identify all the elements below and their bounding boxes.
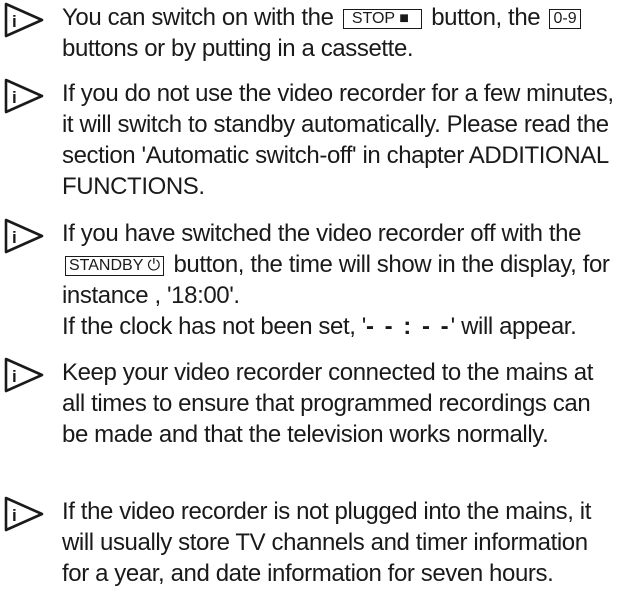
- svg-text:i: i: [12, 367, 17, 386]
- note-text: If the video recorder is not plugged int…: [62, 496, 616, 589]
- note-text-run: If you have switched the video recorder …: [62, 220, 582, 247]
- manual-page: { "notes": [ { "parts": [ {"t": "text", …: [0, 0, 620, 616]
- info-arrow-icon: i: [4, 357, 44, 393]
- note-text: You can switch on with the STOP ■ button…: [62, 2, 616, 64]
- note-text-run: Keep your video recorder connected to th…: [62, 359, 593, 448]
- svg-text:i: i: [12, 88, 17, 107]
- note-text-run: If you do not use the video recorder for…: [62, 80, 614, 200]
- svg-text:i: i: [12, 228, 17, 247]
- button-key-label: STOP ■: [342, 9, 422, 29]
- note-text-run: buttons or by putting in a cassette.: [62, 35, 414, 62]
- button-key-label: 0-9: [549, 9, 581, 29]
- button-key-label: STANDBY ⏻: [65, 256, 165, 276]
- note-text-run: If the video recorder is not plugged int…: [62, 498, 591, 587]
- note-text: If you have switched the video recorder …: [62, 218, 616, 342]
- svg-text:i: i: [12, 12, 17, 31]
- info-arrow-icon: i: [4, 218, 44, 254]
- info-arrow-icon: i: [4, 78, 44, 114]
- clock-placeholder: - - : - -: [365, 313, 451, 340]
- note-text-run: button, the: [424, 4, 547, 31]
- note-text-run: ' will appear.: [450, 313, 577, 340]
- svg-text:i: i: [12, 506, 17, 525]
- note-text-run: You can switch on with the: [62, 4, 340, 31]
- info-arrow-icon: i: [4, 496, 44, 532]
- note-text-run: If the clock has not been set, ': [62, 313, 366, 340]
- note-text: If you do not use the video recorder for…: [62, 78, 616, 202]
- note-text: Keep your video recorder connected to th…: [62, 357, 616, 450]
- info-arrow-icon: i: [4, 2, 44, 38]
